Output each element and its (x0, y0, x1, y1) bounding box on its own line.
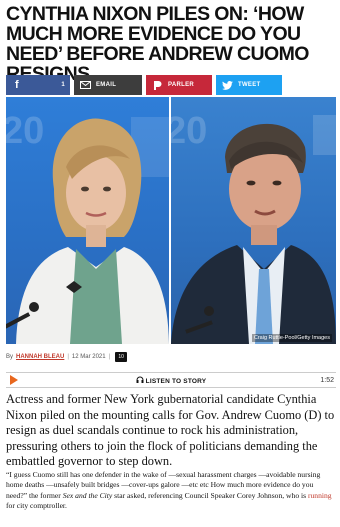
article-paragraph: “I guess Cuomo still has one defender in… (6, 470, 336, 512)
photo-cynthia-nixon: 20 (6, 97, 169, 344)
byline-separator: | (67, 354, 69, 360)
show-title: Sex and the City (62, 490, 113, 500)
twitter-share-label: TWEET (238, 82, 261, 88)
mail-icon (74, 75, 96, 95)
email-share-button[interactable]: EMAIL (74, 75, 142, 95)
photo-andrew-cuomo: 20 Craig Ruttle-Pool/Getty Images (171, 97, 336, 344)
byline: By HANNAH BLEAU | 12 Mar 2021 | 10 (6, 350, 336, 364)
quote-text-3: for city comptroller. (6, 501, 67, 511)
author-link[interactable]: HANNAH BLEAU (16, 354, 64, 360)
backdrop-logo-left: 20 (6, 110, 44, 152)
parler-share-button[interactable]: PARLER (146, 75, 212, 95)
facebook-share-button[interactable]: f 1 (6, 75, 70, 95)
audio-player: LISTEN TO STORY 1:52 (6, 372, 336, 388)
audio-duration: 1:52 (320, 376, 334, 384)
listen-label: LISTEN TO STORY (145, 377, 207, 385)
parler-icon (146, 75, 168, 95)
twitter-share-button[interactable]: TWEET (216, 75, 282, 95)
running-link[interactable]: running (308, 491, 332, 500)
listen-to-story[interactable]: LISTEN TO STORY (6, 376, 336, 385)
comment-count-button[interactable]: 10 (115, 352, 128, 362)
backdrop-logo-right: 20 (171, 110, 207, 152)
parler-share-label: PARLER (168, 82, 195, 88)
email-share-label: EMAIL (96, 82, 117, 88)
article-lead: Actress and former New York gubernatoria… (6, 392, 335, 469)
photo-credit: Craig Ruttle-Pool/Getty Images (251, 334, 332, 342)
share-bar: f 1 EMAIL PARLER TWEET (6, 75, 336, 95)
twitter-icon (216, 75, 238, 95)
cynthia-nixon-illustration: 20 (6, 110, 169, 344)
publish-date: 12 Mar 2021 (71, 354, 106, 360)
facebook-icon: f (15, 79, 19, 91)
andrew-cuomo-illustration: 20 (171, 110, 336, 344)
facebook-share-count: 1 (61, 82, 65, 88)
quote-text-2: star asked, referencing Council Speaker … (112, 490, 308, 500)
headphones-icon (136, 376, 144, 385)
byline-separator-2: | (108, 354, 111, 360)
article-headline: CYNTHIA NIXON PILES ON: ‘HOW MUCH MORE E… (6, 3, 309, 85)
byline-prefix: By (6, 354, 14, 360)
